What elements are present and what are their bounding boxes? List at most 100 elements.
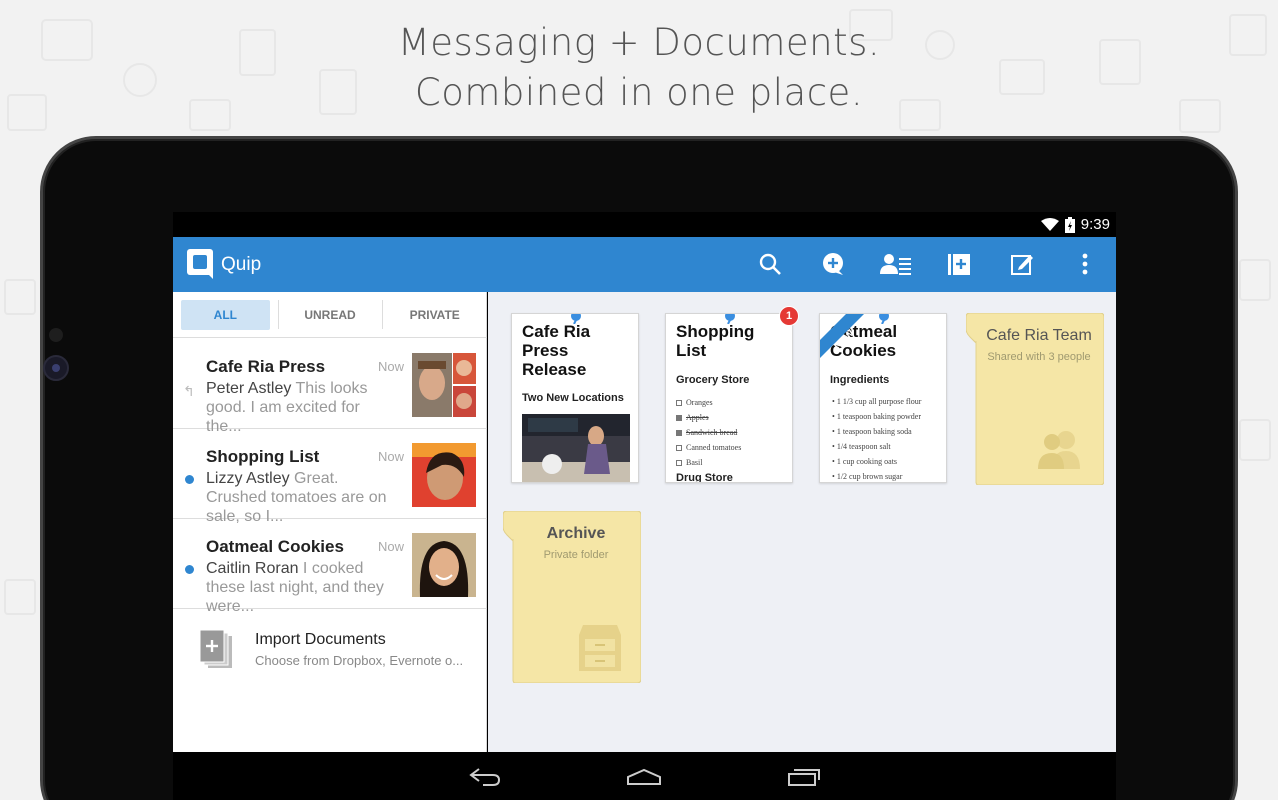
import-documents[interactable]: Import Documents Choose from Dropbox, Ev… [173,610,487,690]
cutoff-heading: Drug Store [676,471,733,483]
overflow-menu-button[interactable] [1069,249,1101,279]
thread-item[interactable]: Oatmeal Cookies Now Caitlin Roran I cook… [173,519,487,615]
tab-unread[interactable]: UNREAD [277,292,383,337]
back-icon [469,768,501,786]
inbox-sidebar: ALL UNREAD PRIVATE ↰ Cafe Ria Press Now … [173,292,487,752]
new-folder-button[interactable] [943,249,975,279]
checkbox-icon [676,459,682,466]
document-card[interactable]: Shopping List Grocery Store Oranges Appl… [665,313,793,483]
app-bar: Quip [173,237,1116,292]
checked-box-icon [676,429,682,436]
compose-icon [1011,255,1033,275]
sensor-dot [49,328,63,342]
import-documents-icon [200,630,232,668]
pin-icon [571,314,581,324]
thread-author: Peter Astley [206,380,292,397]
new-ribbon: NEW [820,314,864,358]
document-subtitle: Ingredients [830,374,890,386]
clock: 9:39 [1080,216,1110,233]
list-item: Apples [676,410,741,425]
overflow-menu-icon [1082,253,1088,275]
list-item: Basil [676,455,741,470]
document-title: Cafe Ria Press Release [522,322,591,379]
people-icon [1038,431,1080,469]
search-button[interactable] [754,249,786,279]
recents-icon [788,769,820,786]
thread-item[interactable]: ↰ Cafe Ria Press Now Peter Astley This l… [173,339,487,435]
thread-author: Caitlin Roran [206,560,299,577]
list-item: • 1/2 cup brown sugar [832,472,903,481]
import-subtitle: Choose from Dropbox, Evernote o... [255,653,464,668]
navigation-bar [173,752,1116,800]
checkbox-icon [676,399,682,406]
folder-subtitle: Shared with 3 people [987,351,1091,363]
folder-card[interactable]: Archive Private folder [503,511,641,683]
filter-tabs: ALL UNREAD PRIVATE [173,292,487,338]
list-item: • 1 cup cooking oats [832,457,898,466]
battery-icon [1064,216,1075,233]
contacts-icon [880,254,911,275]
cafe-photo [522,414,630,482]
tab-all[interactable]: ALL [173,292,278,337]
new-folder-icon [948,254,970,275]
home-icon [627,768,661,785]
list-item: • 1 teaspoon baking powder [832,412,922,421]
status-bar: 9:39 [173,212,1116,237]
list-item: • 1/4 teaspoon salt [832,442,891,451]
checklist: Oranges Apples Sandwich bread Canned tom… [676,395,741,483]
checkbox-icon [676,444,682,451]
thread-title: Oatmeal Cookies [206,537,344,556]
list-item: • 1 1/3 cup all purpose flour [832,397,922,406]
avatar-group [412,353,476,417]
ingredient-list: • 1 1/3 cup all purpose flour • 1 teaspo… [832,397,922,482]
camera-lens [43,355,69,381]
compose-button[interactable] [1006,249,1038,279]
avatar [412,443,476,507]
contacts-button[interactable] [880,249,912,279]
search-icon [759,253,781,275]
list-item: Oranges [676,395,741,410]
back-button[interactable] [460,762,510,792]
headline-line-1: Messaging + Documents. [397,21,881,64]
list-item: Sandwich bread [676,425,741,440]
folder-card[interactable]: Cafe Ria Team Shared with 3 people [966,313,1104,485]
archive-cabinet-icon [579,625,621,671]
thread-item[interactable]: Shopping List Now Lizzy Astley Great. Cr… [173,429,487,525]
document-title: Shopping List [676,322,755,360]
tab-private[interactable]: PRIVATE [382,292,487,337]
home-button[interactable] [619,762,669,792]
unread-indicator [185,475,194,484]
document-card[interactable]: Cafe Ria Press Release Two New Locations [511,313,639,483]
pin-icon [879,314,889,324]
thread-preview: Peter Astley This looks good. I am excit… [206,379,396,436]
headline-line-2: Combined in one place. [414,71,864,114]
app-title: Quip [221,254,262,275]
recents-button[interactable] [779,762,829,792]
pin-icon [725,314,735,324]
wifi-icon [1040,217,1059,231]
thread-author: Lizzy Astley [206,470,290,487]
import-title: Import Documents [255,631,386,648]
list-item: • 1 teaspoon baking soda [832,427,912,436]
documents-grid: Cafe Ria Press Release Two New Locations… [488,292,1116,752]
new-message-button[interactable] [817,249,849,279]
thread-time: Now [378,359,405,374]
thread-title: Cafe Ria Press [206,357,326,376]
thread-preview: Caitlin Roran I cooked these last night,… [206,559,396,616]
list-item: Canned tomatoes [676,440,741,455]
document-subtitle: Grocery Store [676,374,750,386]
unread-indicator [185,565,194,574]
marketing-headline: Messaging + Documents. Combined in one p… [0,18,1278,118]
quip-logo-icon[interactable] [185,247,215,281]
thread-time: Now [378,539,405,554]
thread-time: Now [378,449,405,464]
folder-title: Cafe Ria Team [986,327,1092,344]
new-message-icon [823,253,843,275]
thread-title: Shopping List [206,447,320,466]
document-subtitle: Two New Locations [522,392,624,404]
folder-subtitle: Private folder [543,549,609,561]
device-screen: 9:39 Quip ALL UNREAD PRIVATE ↰ Cafe Ria … [173,212,1116,800]
folder-title: Archive [546,525,606,542]
document-card[interactable]: Oatmeal Cookies Ingredients • 1 1/3 cup … [819,313,947,483]
avatar [412,533,476,597]
